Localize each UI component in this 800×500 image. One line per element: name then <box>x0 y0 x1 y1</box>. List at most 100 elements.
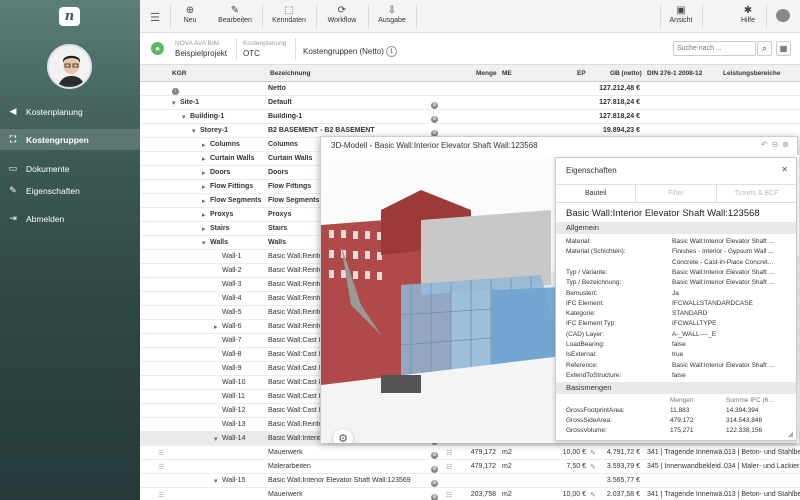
close-icon[interactable]: ⊗ <box>782 140 793 149</box>
col-gb[interactable]: GB (netto) <box>610 70 642 77</box>
table-row[interactable]: ‹ ›Netto127.212,48 € <box>140 82 800 96</box>
kgr-cell: Wall-1 <box>222 253 242 260</box>
kgr-cell: Wall-12 <box>222 407 246 414</box>
drag-handle-icon[interactable]: ☰ <box>158 463 164 471</box>
bezeichnung-cell: Basic Wall:Cast In <box>268 407 325 414</box>
expand-toggle-icon[interactable]: ▸ <box>202 183 206 191</box>
expand-toggle-icon[interactable]: ▾ <box>192 127 196 135</box>
separator <box>316 4 317 29</box>
nav-abmelden[interactable]: ⇥ Abmelden <box>0 208 140 229</box>
ausgabe-button[interactable]: ⇩ Ausgabe <box>374 4 410 24</box>
col-bezeichnung[interactable]: Bezeichnung <box>270 70 310 77</box>
expand-toggle-icon[interactable]: ▸ <box>214 323 218 331</box>
kp-value[interactable]: OTC <box>243 49 260 58</box>
new-button[interactable]: ⊕ Neu <box>178 4 202 24</box>
ep-cell: 10,00 € <box>562 491 586 498</box>
minimize-icon[interactable]: ⊝ <box>772 140 783 149</box>
tab-tickets-bcf[interactable]: Tickets & BCF <box>717 185 796 202</box>
section-basismengen[interactable]: Basismengen <box>556 382 796 394</box>
expand-toggle-icon[interactable]: ▸ <box>202 169 206 177</box>
kgr-cell: Doors <box>210 169 231 176</box>
search-icon[interactable]: ⌕ <box>757 41 772 56</box>
ep-cell: 10,00 € <box>562 449 586 456</box>
kgr-cell: Wall-7 <box>222 337 242 344</box>
expand-toggle-icon[interactable]: ▾ <box>182 113 186 121</box>
bezeichnung-cell: B2 BASEMENT - B2 BASEMENT <box>268 127 375 134</box>
expand-toggle-icon[interactable]: ▾ <box>172 99 176 107</box>
col-menge[interactable]: Menge <box>476 70 497 77</box>
kenndaten-button[interactable]: ⬚ Kenndaten <box>268 4 310 24</box>
kgr-cell: Wall-5 <box>222 309 242 316</box>
edit-button[interactable]: ✎ Bearbeiten <box>214 4 256 24</box>
avatar[interactable] <box>47 44 92 89</box>
list-icon[interactable]: ☷ <box>446 463 452 471</box>
expand-toggle-icon[interactable]: ▾ <box>214 435 218 443</box>
undo-icon[interactable]: ↶ <box>761 140 772 149</box>
list-icon[interactable]: ☷ <box>446 449 452 457</box>
ansicht-button[interactable]: ▣ Ansicht <box>666 4 696 24</box>
property-value: true <box>672 351 684 359</box>
kgr-cell: Wall-13 <box>222 421 246 428</box>
property-key: Material (Schichten): <box>566 248 626 256</box>
table-row[interactable]: ▾ Wall-15 Basic Wall:Interior Elevator Sha… <box>140 474 800 488</box>
download-icon: ⇩ <box>387 5 397 16</box>
property-row: IFC Element Typ: IFCWALLTYPE <box>566 320 791 329</box>
col-me[interactable]: ME <box>502 70 512 77</box>
chat-icon[interactable] <box>776 9 790 22</box>
kgr-cell: Wall-8 <box>222 351 242 358</box>
resize-handle-icon[interactable]: ◢ <box>788 430 793 438</box>
nav-eigenschaften[interactable]: ✎ Eigenschaften <box>0 180 140 201</box>
tab-bauteil[interactable]: Bauteil <box>556 185 637 202</box>
menu-icon[interactable]: ☰ <box>150 11 160 24</box>
bm-key: GrossSideArea: <box>566 417 612 424</box>
project-name[interactable]: Beispielprojekt <box>175 49 227 58</box>
table-row[interactable]: ▾ Site-1 Default ⚙ 127.818,24 € <box>140 96 800 110</box>
bezeichnung-cell: Curtain Walls <box>268 155 313 162</box>
basismengen-header: Mengen Summe IFC (6... <box>566 397 791 406</box>
tab-filter[interactable]: Filter <box>636 185 717 202</box>
kp-label: Kostenplanung <box>243 40 287 47</box>
drag-handle-icon[interactable]: ☰ <box>158 491 164 499</box>
refresh-icon: ⟳ <box>337 5 347 16</box>
bm-key: GrossFootprintArea: <box>566 407 625 414</box>
section-allgemein[interactable]: Allgemein <box>556 222 796 234</box>
nav-kostenplanung[interactable]: ◀ Kostenplanung <box>0 101 140 122</box>
col-ep[interactable]: EP <box>577 70 586 77</box>
expand-toggle-icon[interactable]: ▸ <box>202 211 206 219</box>
workflow-button[interactable]: ⟳ Workflow <box>322 4 362 24</box>
table-row[interactable]: ☰ Malerarbeiten ⚙ ☷ 479,172 m2 7,50 € ✎ 345 | In… <box>140 460 800 474</box>
property-value: Basic Wall:Interior Elevator Shaft ... <box>672 361 774 369</box>
expand-toggle-icon[interactable]: ▾ <box>202 239 206 247</box>
grid-icon[interactable]: ▦ <box>776 41 791 56</box>
table-row[interactable]: ☰ Mauerwerk ⚙ ☷ 479,172 m2 10,00 € ✎ 341 | Trage… <box>140 446 800 460</box>
close-icon[interactable]: ✕ <box>781 165 788 174</box>
pencil-icon: ✎ <box>9 185 17 195</box>
drag-handle-icon[interactable]: ☰ <box>158 449 164 457</box>
search-input[interactable]: Suche nach ... <box>673 41 756 56</box>
bezeichnung-cell: Basic Wall:Cast In <box>268 365 325 372</box>
bezeichnung-cell: Basic Wall:Cast In <box>268 337 325 344</box>
modal-controls[interactable]: ↶⊝⊗ <box>761 140 793 149</box>
nav-dokumente[interactable]: ▭ Dokumente <box>0 158 140 179</box>
settings-gear-icon[interactable]: ⚙ <box>333 429 353 443</box>
table-row[interactable]: ☰ Mauerwerk ⚙ ☷ 203,758 m2 10,00 € ✎ 341 | Trage… <box>140 488 800 500</box>
property-value: Ja <box>672 289 679 297</box>
expand-toggle-icon[interactable]: ▾ <box>214 477 218 485</box>
expand-toggle-icon[interactable]: ▸ <box>202 141 206 149</box>
kgr-cell: Flow Fittings <box>210 183 254 190</box>
col-din[interactable]: DIN 276-1 2008-12 <box>647 70 702 77</box>
help-button[interactable]: ✱ Hilfe <box>736 4 760 24</box>
expand-toggle-icon[interactable]: ▸ <box>202 225 206 233</box>
list-icon[interactable]: ☷ <box>446 491 452 499</box>
kgr-cell: Wall-15 <box>222 477 246 484</box>
bm-summe: 122.338,156 <box>726 427 763 434</box>
table-row[interactable]: ▾ Building-1 Building-1 ⚙ 127.818,24 € <box>140 110 800 124</box>
property-row: Concrete - Cast-in-Place Concret... <box>566 259 791 268</box>
expand-toggle-icon[interactable]: ▸ <box>202 197 206 205</box>
property-key: LoadBearing: <box>566 341 605 348</box>
col-kgr[interactable]: KGR <box>172 70 186 77</box>
nav-kostengruppen[interactable]: ⛶ Kostengruppen <box>0 129 140 150</box>
grid-header: KGR Bezeichnung Menge ME EP GB (netto) D… <box>140 65 800 82</box>
expand-toggle-icon[interactable]: ▸ <box>202 155 206 163</box>
col-lb[interactable]: Leistungsbereiche <box>723 70 780 77</box>
